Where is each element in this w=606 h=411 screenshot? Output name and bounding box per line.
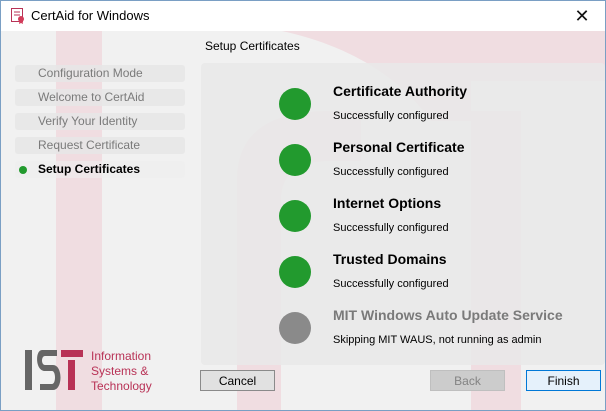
step-status: Successfully configured bbox=[333, 222, 449, 234]
window-title: CertAid for Windows bbox=[31, 8, 150, 23]
nav-item-label: Request Certificate bbox=[38, 138, 141, 152]
success-status-icon bbox=[279, 88, 311, 120]
step-status: Successfully configured bbox=[333, 166, 449, 178]
step-trusted-domains: Trusted Domains Successfully configured bbox=[279, 251, 599, 297]
success-status-icon bbox=[279, 256, 311, 288]
current-step-indicator-icon bbox=[19, 166, 27, 174]
step-personal-certificate: Personal Certificate Successfully config… bbox=[279, 139, 599, 185]
wizard-steps-nav: Configuration Mode Welcome to CertAid Ve… bbox=[15, 65, 185, 185]
success-status-icon bbox=[279, 200, 311, 232]
nav-item-label: Welcome to CertAid bbox=[38, 90, 145, 104]
step-title: MIT Windows Auto Update Service bbox=[333, 307, 563, 323]
nav-item-label: Configuration Mode bbox=[38, 66, 143, 80]
step-windows-auto-update: MIT Windows Auto Update Service Skipping… bbox=[279, 307, 599, 353]
certificate-app-icon bbox=[11, 8, 24, 24]
client-area: Setup Certificates Configuration Mode We… bbox=[1, 31, 605, 410]
nav-item-verify-identity: Verify Your Identity bbox=[15, 113, 185, 130]
step-title: Certificate Authority bbox=[333, 83, 468, 99]
close-icon: ✕ bbox=[574, 5, 590, 26]
logo-line-2: Systems & bbox=[91, 364, 149, 378]
step-internet-options: Internet Options Successfully configured bbox=[279, 195, 599, 241]
finish-button[interactable]: Finish bbox=[526, 370, 601, 391]
skipped-status-icon bbox=[279, 312, 311, 344]
step-title: Trusted Domains bbox=[333, 251, 447, 267]
logo-line-1: Information bbox=[91, 349, 152, 363]
nav-item-label: Verify Your Identity bbox=[38, 114, 138, 128]
nav-item-request-certificate: Request Certificate bbox=[15, 137, 185, 154]
step-title: Personal Certificate bbox=[333, 139, 465, 155]
nav-item-label: Setup Certificates bbox=[38, 162, 141, 176]
close-button[interactable]: ✕ bbox=[559, 1, 605, 31]
page-title: Setup Certificates bbox=[205, 39, 300, 53]
step-title: Internet Options bbox=[333, 195, 442, 211]
ist-logo-text: Information Systems & Technology bbox=[91, 349, 152, 394]
step-status: Successfully configured bbox=[333, 278, 449, 290]
step-status: Successfully configured bbox=[333, 110, 449, 122]
step-certificate-authority: Certificate Authority Successfully confi… bbox=[279, 83, 599, 129]
success-status-icon bbox=[279, 144, 311, 176]
nav-item-setup-certificates: Setup Certificates bbox=[15, 161, 185, 178]
nav-item-configuration-mode: Configuration Mode bbox=[15, 65, 185, 82]
app-window: CertAid for Windows ✕ Setup Certificates… bbox=[0, 0, 606, 411]
step-status: Skipping MIT WAUS, not running as admin bbox=[333, 334, 542, 346]
logo-line-3: Technology bbox=[91, 379, 152, 393]
back-button[interactable]: Back bbox=[430, 370, 505, 391]
title-bar: CertAid for Windows ✕ bbox=[1, 1, 605, 31]
nav-item-welcome: Welcome to CertAid bbox=[15, 89, 185, 106]
setup-results-panel: Certificate Authority Successfully confi… bbox=[201, 63, 605, 365]
cancel-button[interactable]: Cancel bbox=[200, 370, 275, 391]
